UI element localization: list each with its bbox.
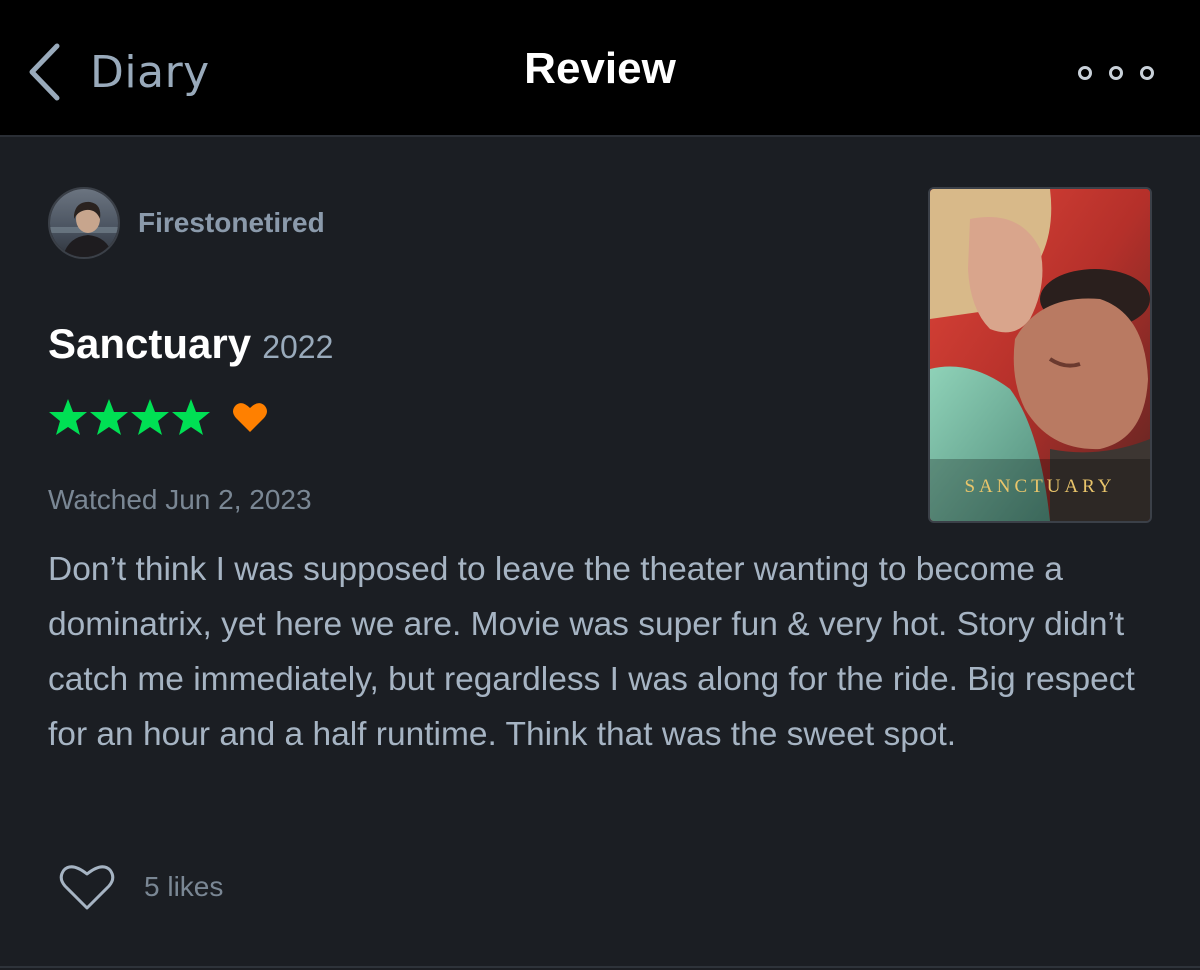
ellipsis-icon: [1078, 66, 1092, 80]
more-options-button[interactable]: [1078, 60, 1154, 86]
film-heading[interactable]: Sanctuary 2022: [48, 320, 333, 368]
back-label: Diary: [90, 46, 210, 98]
star-icon: [172, 399, 210, 435]
top-nav-bar: Diary Review: [0, 0, 1200, 137]
film-year: 2022: [262, 329, 334, 365]
watched-date: Watched Jun 2, 2023: [48, 484, 312, 515]
liked-heart-icon: [233, 403, 267, 432]
star-icon: [49, 399, 87, 435]
likes-count[interactable]: 5 likes: [144, 871, 223, 903]
rating-row: [48, 398, 268, 436]
film-poster[interactable]: SANCTUARY: [928, 187, 1152, 523]
ellipsis-icon: [1140, 66, 1154, 80]
star-icon: [131, 399, 169, 435]
film-title: Sanctuary: [48, 320, 252, 367]
poster-image: [930, 189, 1150, 521]
star-icon: [90, 399, 128, 435]
reviewer-username: Firestonetired: [138, 207, 325, 238]
back-button[interactable]: Diary: [26, 40, 210, 104]
chevron-left-icon: [29, 43, 60, 101]
review-screen: Diary Review Firestonetired Sanctuary 20…: [0, 0, 1200, 970]
reviewer-profile-link[interactable]: Firestonetired: [48, 187, 325, 259]
review-body: Don’t think I was supposed to leave the …: [48, 551, 1135, 753]
poster-title-text: SANCTUARY: [964, 476, 1116, 497]
avatar: [48, 187, 120, 259]
divider: [0, 966, 1200, 968]
likes-row: 5 likes: [58, 862, 223, 912]
like-heart-icon[interactable]: [58, 862, 116, 912]
ellipsis-icon: [1109, 66, 1123, 80]
